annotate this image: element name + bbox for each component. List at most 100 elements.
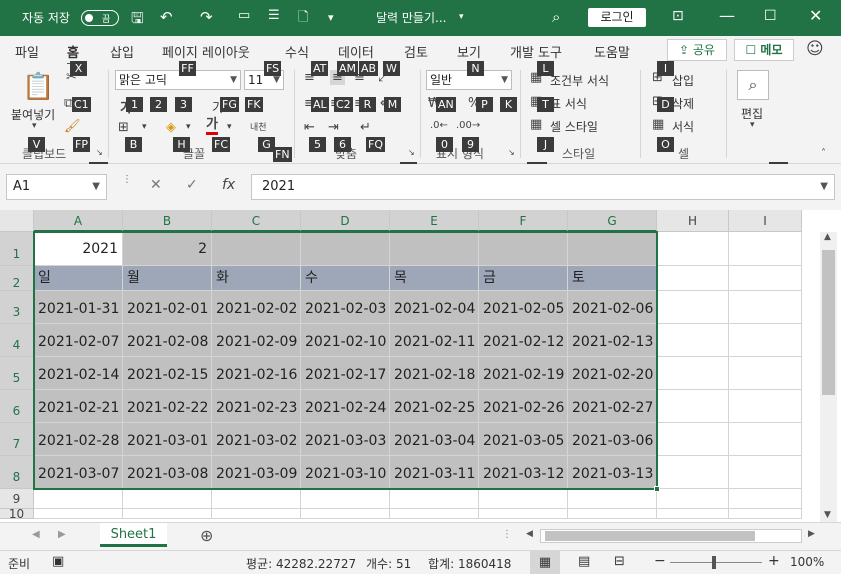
fill-chevron-icon[interactable]: ▾ bbox=[186, 122, 191, 132]
grid-cell[interactable] bbox=[729, 456, 802, 489]
clipboard-launcher-icon[interactable]: ↘ bbox=[96, 148, 103, 157]
insert-cells-button[interactable]: 삽입 bbox=[672, 72, 694, 89]
grid-cell[interactable] bbox=[729, 291, 802, 324]
sheet-next-icon[interactable]: ▶ bbox=[58, 529, 66, 540]
page-layout-view-icon[interactable]: ▤ bbox=[578, 554, 590, 569]
column-header[interactable]: A bbox=[34, 210, 123, 232]
grid-cell[interactable] bbox=[729, 489, 802, 509]
font-color-chevron-icon[interactable]: ▾ bbox=[227, 122, 232, 132]
format-painter-icon[interactable]: 🖌 bbox=[64, 119, 81, 134]
grid-cell[interactable] bbox=[729, 232, 802, 266]
save-icon[interactable]: 🖫 bbox=[131, 8, 144, 33]
date-cell[interactable]: 2021-02-18 bbox=[390, 357, 479, 390]
grid-cell[interactable] bbox=[568, 489, 657, 509]
date-cell[interactable]: 2021-03-04 bbox=[390, 423, 479, 456]
login-button[interactable]: 로그인 bbox=[588, 8, 646, 27]
date-cell[interactable]: 2021-03-08 bbox=[123, 456, 212, 489]
date-cell[interactable]: 2021-02-09 bbox=[212, 324, 301, 357]
row-header[interactable]: 3 bbox=[0, 291, 34, 324]
date-cell[interactable]: 2021-02-21 bbox=[34, 390, 123, 423]
date-cell[interactable]: 2021-03-13 bbox=[568, 456, 657, 489]
grid-cell[interactable] bbox=[212, 509, 301, 519]
macro-record-icon[interactable]: ▣ bbox=[52, 554, 64, 569]
insert-function-icon[interactable]: fx bbox=[222, 177, 235, 193]
weekday-cell[interactable]: 화 bbox=[212, 266, 301, 291]
grid-cell[interactable] bbox=[34, 489, 123, 509]
decrease-indent-icon[interactable]: ⇤ bbox=[304, 120, 315, 135]
grid-cell[interactable] bbox=[657, 357, 729, 390]
decrease-decimal-icon[interactable]: .00→ bbox=[456, 120, 480, 131]
column-header[interactable]: C bbox=[212, 210, 301, 232]
confirm-entry-icon[interactable]: ✓ bbox=[186, 177, 198, 193]
date-cell[interactable]: 2021-02-11 bbox=[390, 324, 479, 357]
grid-cell[interactable] bbox=[657, 291, 729, 324]
select-all-corner[interactable] bbox=[0, 210, 34, 232]
date-cell[interactable]: 2021-01-31 bbox=[34, 291, 123, 324]
redo-icon[interactable]: ↷ bbox=[200, 8, 213, 26]
grid-cell[interactable] bbox=[212, 489, 301, 509]
font-color-icon[interactable]: 가 bbox=[206, 118, 218, 135]
date-cell[interactable]: 2021-02-25 bbox=[390, 390, 479, 423]
more-options-icon[interactable]: ⋮ bbox=[122, 174, 132, 185]
fill-color-icon[interactable]: ◈ bbox=[166, 120, 176, 135]
search-icon[interactable]: ⌕ bbox=[552, 8, 560, 26]
border-icon[interactable]: ⊞ bbox=[118, 120, 129, 135]
row-header[interactable]: 8 bbox=[0, 456, 34, 489]
feedback-smile-icon[interactable]: ☺ bbox=[806, 39, 824, 59]
page-break-view-icon[interactable]: ⊟ bbox=[614, 554, 625, 569]
date-cell[interactable]: 2021-03-10 bbox=[301, 456, 390, 489]
zoom-out-icon[interactable]: − bbox=[654, 553, 666, 569]
vertical-scroll-thumb[interactable] bbox=[822, 250, 835, 395]
column-header[interactable]: G bbox=[568, 210, 657, 232]
autosave-toggle[interactable]: 끔 bbox=[81, 10, 119, 26]
date-cell[interactable]: 2021-03-07 bbox=[34, 456, 123, 489]
formula-input[interactable]: 2021 ▼ bbox=[251, 174, 835, 200]
worksheet-grid[interactable]: A B C D E F G H I 1 2 3 4 5 6 7 8 9 10 2021 일 2021-01-31 2021-… bbox=[0, 210, 841, 522]
grid-cell[interactable] bbox=[390, 232, 479, 266]
date-cell[interactable]: 2021-02-10 bbox=[301, 324, 390, 357]
freeze-icon[interactable]: ☰ bbox=[268, 8, 280, 23]
column-header[interactable]: F bbox=[479, 210, 568, 232]
sheet-prev-icon[interactable]: ◀ bbox=[32, 529, 40, 540]
date-cell[interactable]: 2021-02-23 bbox=[212, 390, 301, 423]
grid-cell[interactable] bbox=[568, 509, 657, 519]
date-cell[interactable]: 2021-02-28 bbox=[34, 423, 123, 456]
row-header[interactable]: 1 bbox=[0, 232, 34, 266]
undo-icon[interactable]: ↶ bbox=[160, 8, 173, 26]
tab-review[interactable]: 검토 bbox=[404, 42, 428, 61]
grid-cell[interactable] bbox=[34, 509, 123, 519]
delete-cells-button[interactable]: 삭제 bbox=[672, 95, 694, 112]
share-button[interactable]: ⇪ 공유 bbox=[667, 39, 727, 61]
date-cell[interactable]: 2021-03-12 bbox=[479, 456, 568, 489]
grid-cell[interactable] bbox=[123, 489, 212, 509]
grid-cell[interactable] bbox=[729, 324, 802, 357]
zoom-slider-thumb[interactable] bbox=[712, 556, 716, 569]
grid-cell[interactable]: 2 bbox=[123, 232, 212, 266]
date-cell[interactable]: 2021-02-27 bbox=[568, 390, 657, 423]
grid-cell[interactable] bbox=[479, 232, 568, 266]
date-cell[interactable]: 2021-02-13 bbox=[568, 324, 657, 357]
weekday-cell[interactable]: 토 bbox=[568, 266, 657, 291]
grid-cell[interactable] bbox=[390, 509, 479, 519]
date-cell[interactable]: 2021-02-14 bbox=[34, 357, 123, 390]
zoom-in-icon[interactable]: + bbox=[768, 553, 780, 569]
add-sheet-icon[interactable]: ⊕ bbox=[200, 526, 213, 545]
row-header[interactable]: 6 bbox=[0, 390, 34, 423]
conditional-format-button[interactable]: 조건부 서식 bbox=[550, 72, 609, 89]
title-chevron-icon[interactable]: ▾ bbox=[459, 12, 464, 22]
column-header[interactable]: E bbox=[390, 210, 479, 232]
font-name-select[interactable]: 맑은 고딕 ▼ bbox=[115, 70, 241, 90]
minimize-icon[interactable]: — bbox=[719, 6, 735, 25]
row-header[interactable]: 7 bbox=[0, 423, 34, 456]
date-cell[interactable]: 2021-03-01 bbox=[123, 423, 212, 456]
tab-developer[interactable]: 개발 도구 bbox=[510, 42, 562, 61]
editing-search-icon[interactable]: ⌕ bbox=[737, 70, 769, 100]
ribbon-display-icon[interactable]: ⊡ bbox=[672, 8, 684, 24]
column-header[interactable]: D bbox=[301, 210, 390, 232]
collapse-ribbon-icon[interactable]: ˄ bbox=[821, 148, 826, 159]
tab-file[interactable]: 파일 bbox=[15, 42, 39, 61]
date-cell[interactable]: 2021-02-12 bbox=[479, 324, 568, 357]
grid-cell[interactable] bbox=[657, 390, 729, 423]
horizontal-scroll-thumb[interactable] bbox=[545, 531, 755, 541]
cell-styles-button[interactable]: 셀 스타일 bbox=[550, 118, 598, 135]
